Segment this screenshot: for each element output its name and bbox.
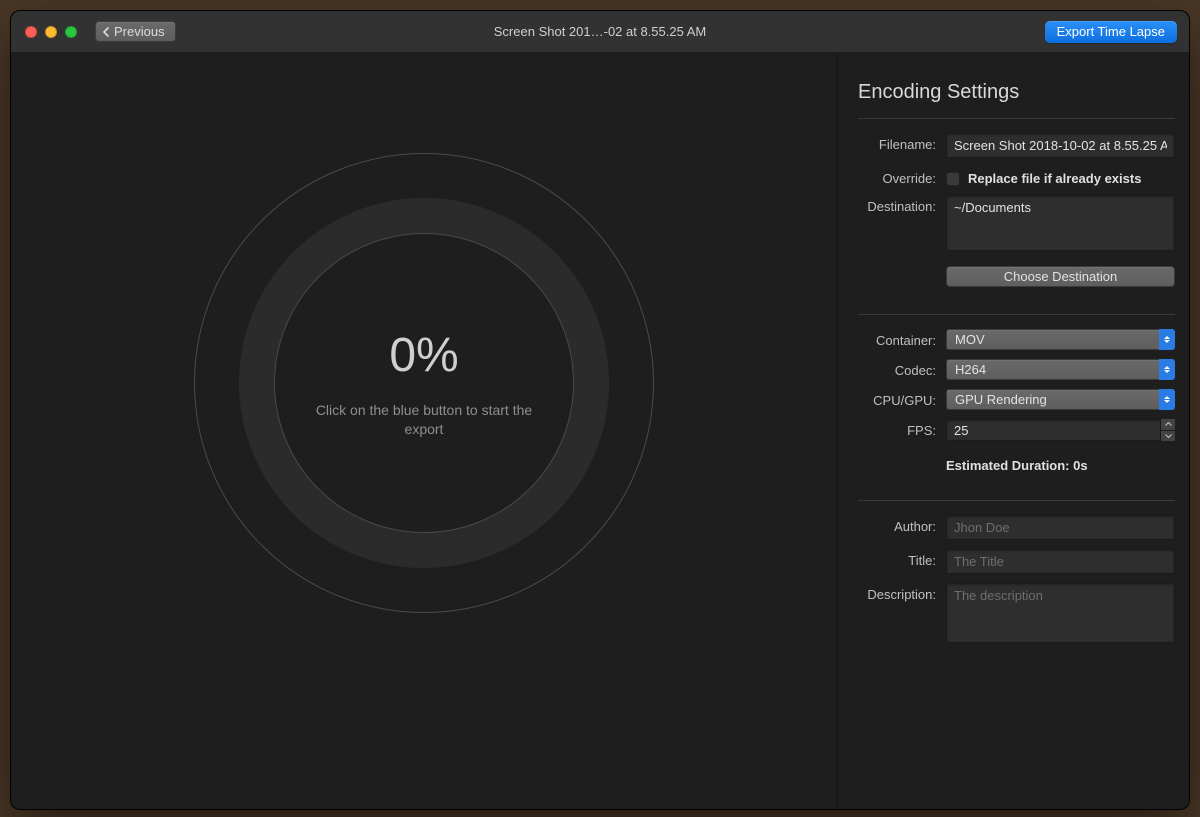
author-input[interactable] (946, 515, 1175, 540)
codec-select[interactable]: H264 (946, 359, 1175, 380)
minimize-window-button[interactable] (45, 26, 57, 38)
export-time-lapse-button[interactable]: Export Time Lapse (1045, 21, 1177, 43)
cpugpu-row: CPU/GPU: GPU Rendering (858, 389, 1175, 410)
title-label: Title: (858, 549, 946, 568)
window-body: 0% Click on the blue button to start the… (11, 53, 1189, 809)
estimated-duration: Estimated Duration: 0s (946, 458, 1175, 473)
author-row: Author: (858, 515, 1175, 540)
title-row: Title: (858, 549, 1175, 574)
estimated-duration-row: Estimated Duration: 0s (858, 450, 1175, 473)
fps-step-up-button[interactable] (1161, 419, 1175, 431)
filename-input[interactable] (946, 133, 1175, 158)
cpugpu-label: CPU/GPU: (858, 389, 946, 408)
destination-row: Destination: Choose Destination (858, 195, 1175, 287)
progress-ring-inner (274, 233, 574, 533)
override-checkbox[interactable] (946, 172, 960, 186)
window-title: Screen Shot 201…-02 at 8.55.25 AM (11, 24, 1189, 39)
previous-button-label: Previous (114, 24, 165, 39)
description-row: Description: (858, 583, 1175, 648)
close-window-button[interactable] (25, 26, 37, 38)
sidebar-heading: Encoding Settings (858, 81, 1175, 104)
divider (858, 500, 1175, 501)
cpugpu-select[interactable]: GPU Rendering (946, 389, 1175, 410)
title-input[interactable] (946, 549, 1175, 574)
fps-input[interactable] (946, 419, 1175, 441)
override-checkbox-label: Replace file if already exists (968, 171, 1141, 186)
previous-button[interactable]: Previous (95, 21, 176, 42)
encoding-settings-sidebar: Encoding Settings Filename: Override: Re… (837, 53, 1189, 809)
container-select[interactable]: MOV (946, 329, 1175, 350)
codec-row: Codec: H264 (858, 359, 1175, 380)
fps-stepper (1160, 419, 1175, 441)
description-label: Description: (858, 583, 946, 602)
author-label: Author: (858, 515, 946, 534)
fps-row: FPS: (858, 419, 1175, 441)
fps-step-down-button[interactable] (1161, 431, 1175, 442)
main-panel: 0% Click on the blue button to start the… (11, 53, 837, 809)
traffic-lights (11, 26, 77, 38)
filename-row: Filename: (858, 133, 1175, 158)
divider (858, 118, 1175, 119)
progress-circle: 0% Click on the blue button to start the… (194, 153, 654, 613)
divider (858, 314, 1175, 315)
filename-label: Filename: (858, 133, 946, 152)
container-label: Container: (858, 329, 946, 348)
fps-label: FPS: (858, 419, 946, 438)
destination-label: Destination: (858, 195, 946, 214)
choose-destination-button[interactable]: Choose Destination (946, 266, 1175, 287)
title-bar: Previous Screen Shot 201…-02 at 8.55.25 … (11, 11, 1189, 53)
app-window: Previous Screen Shot 201…-02 at 8.55.25 … (10, 10, 1190, 810)
maximize-window-button[interactable] (65, 26, 77, 38)
override-label: Override: (858, 167, 946, 186)
chevron-left-icon (102, 27, 109, 37)
destination-input[interactable] (946, 195, 1175, 251)
description-input[interactable] (946, 583, 1175, 643)
override-row: Override: Replace file if already exists (858, 167, 1175, 186)
container-row: Container: MOV (858, 329, 1175, 350)
codec-label: Codec: (858, 359, 946, 378)
